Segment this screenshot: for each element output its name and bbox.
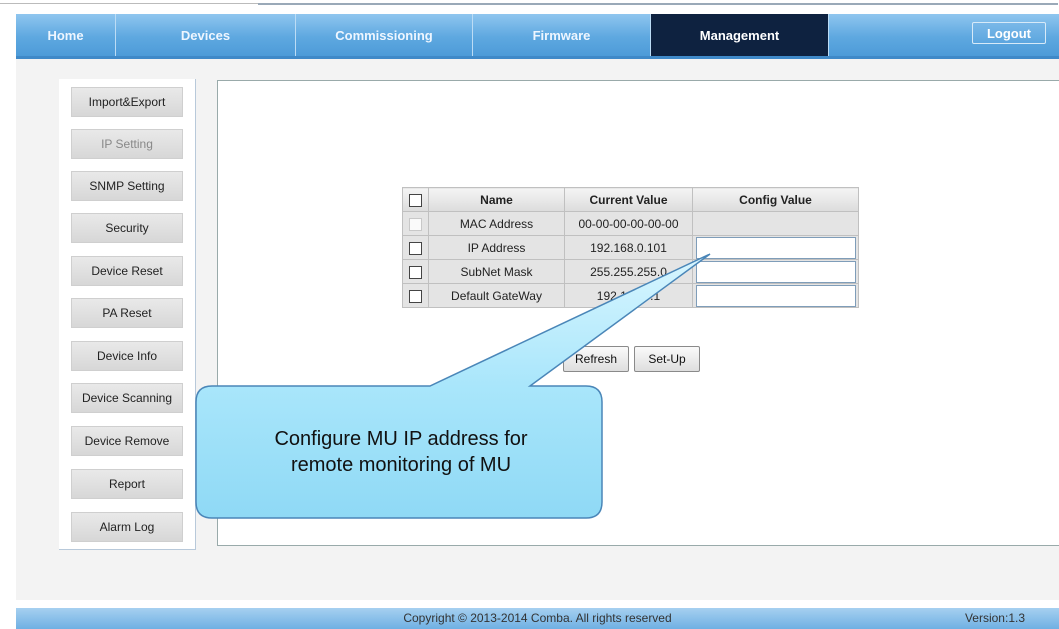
logout-button[interactable]: Logout [972,22,1046,44]
sidebar-item-label: Device Reset [91,264,163,278]
table-row-default-gateway: Default GateWay 192.168.0.1 [402,283,859,308]
row-name: SubNet Mask [428,259,565,284]
row-config-cell [692,235,859,260]
select-all-checkbox[interactable] [409,193,422,207]
callout-line-2: remote monitoring of MU [290,454,512,476]
tab-home[interactable]: Home [16,14,116,56]
row-current-value: 00-00-00-00-00-00 [564,211,693,236]
sidebar-item-device-info[interactable]: Device Info [71,341,183,371]
main-navigation: Home Devices Commissioning Firmware Mana… [16,14,1059,59]
table-row-subnet-mask: SubNet Mask 255.255.255.0 [402,259,859,284]
callout-line-1: Configure MU IP address for [274,428,528,450]
sidebar-item-import-export[interactable]: Import&Export [71,87,183,117]
header-name: Name [428,187,565,212]
tab-management-label: Management [699,27,780,43]
sidebar-item-label: Device Remove [84,434,170,448]
version-text: Version:1.3 [964,611,1025,625]
copyright-text: Copyright © 2013-2014 Comba. All rights … [403,611,672,625]
ip-address-checkbox[interactable] [409,241,422,255]
ip-config-table: Name Current Value Config Value MAC Addr… [402,187,859,308]
row-config-empty [692,211,859,236]
setup-label: Set-Up [648,352,686,366]
row-current-value: 255.255.255.0 [564,259,693,284]
callout-annotation: Configure MU IP address for remote monit… [196,386,606,518]
subnet-mask-config-input[interactable] [695,260,856,283]
tab-commissioning-label: Commissioning [335,27,433,43]
sidebar-item-label: Device Info [96,349,158,363]
row-name: Default GateWay [428,283,565,308]
tab-management[interactable]: Management [651,14,829,56]
logout-label: Logout [986,25,1032,41]
content-area: Import&Export IP Setting SNMP Setting Se… [16,59,1059,600]
sidebar-item-label: Alarm Log [99,520,155,534]
sidebar-item-alarm-log[interactable]: Alarm Log [71,512,183,542]
sidebar-item-label: IP Setting [101,137,153,151]
sidebar-item-label: Device Scanning [81,391,173,405]
default-gateway-checkbox[interactable] [409,289,422,303]
table-row-ip-address: IP Address 192.168.0.101 [402,235,859,260]
row-checkbox-cell [402,211,429,236]
row-checkbox-cell [402,283,429,308]
sidebar-item-pa-reset[interactable]: PA Reset [71,298,183,328]
mac-address-checkbox [409,217,422,231]
row-current-value: 192.168.0.1 [564,283,693,308]
header-current-value: Current Value [564,187,693,212]
sidebar-item-security[interactable]: Security [71,213,183,243]
ip-address-config-input[interactable] [695,236,856,259]
row-name: MAC Address [428,211,565,236]
footer: Copyright © 2013-2014 Comba. All rights … [16,608,1059,629]
header-config-value: Config Value [692,187,859,212]
sidebar-item-ip-setting[interactable]: IP Setting [71,129,183,159]
row-checkbox-cell [402,235,429,260]
refresh-label: Refresh [574,352,618,366]
tab-devices[interactable]: Devices [116,14,296,56]
select-all-cell [402,187,429,212]
row-name: IP Address [428,235,565,260]
sidebar-item-device-scanning[interactable]: Device Scanning [71,383,183,413]
subnet-mask-checkbox[interactable] [409,265,422,279]
sidebar-item-snmp-setting[interactable]: SNMP Setting [71,171,183,201]
table-header-row: Name Current Value Config Value [402,187,859,212]
tab-commissioning[interactable]: Commissioning [296,14,473,56]
tab-firmware[interactable]: Firmware [473,14,651,56]
refresh-button[interactable]: Refresh [563,346,629,372]
default-gateway-config-input[interactable] [695,284,856,307]
sidebar-item-report[interactable]: Report [71,469,183,499]
table-row-mac-address: MAC Address 00-00-00-00-00-00 [402,211,859,236]
row-config-cell [692,283,859,308]
tab-devices-label: Devices [180,27,231,43]
row-config-cell [692,259,859,284]
sidebar: Import&Export IP Setting SNMP Setting Se… [59,79,196,550]
sidebar-item-label: Security [105,221,149,235]
tab-firmware-label: Firmware [532,27,591,43]
tab-home-label: Home [47,27,84,43]
sidebar-item-label: Import&Export [88,95,166,109]
setup-button[interactable]: Set-Up [634,346,700,372]
top-border [0,0,1059,12]
sidebar-item-device-reset[interactable]: Device Reset [71,256,183,286]
sidebar-item-label: PA Reset [102,306,152,320]
row-checkbox-cell [402,259,429,284]
sidebar-item-label: Report [108,477,146,491]
sidebar-item-label: SNMP Setting [89,179,165,193]
sidebar-item-device-remove[interactable]: Device Remove [71,426,183,456]
row-current-value: 192.168.0.101 [564,235,693,260]
